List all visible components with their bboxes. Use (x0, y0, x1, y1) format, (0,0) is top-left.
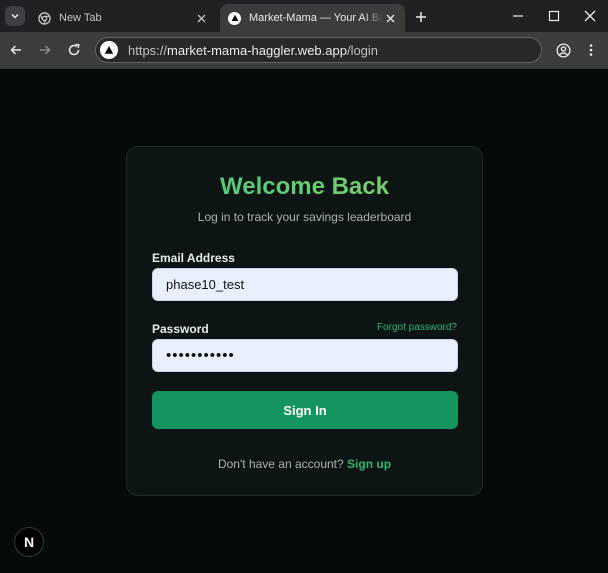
page-subtitle: Log in to track your savings leaderboard (197, 210, 412, 224)
tab-new-tab[interactable]: New Tab (30, 4, 216, 32)
arrow-left-icon (10, 45, 21, 55)
minimize-icon (513, 15, 523, 17)
tab-title: Market-Mama — Your AI Bargain (249, 12, 383, 24)
tab-search-button[interactable] (5, 6, 25, 26)
maximize-icon (548, 10, 560, 22)
close-window-button[interactable] (582, 8, 598, 24)
maximize-button[interactable] (546, 8, 562, 24)
password-field[interactable] (152, 339, 458, 372)
forward-button[interactable] (37, 42, 53, 58)
profile-button[interactable] (555, 42, 571, 58)
url-host: market-mama-haggler.web.app (167, 42, 347, 58)
signup-prompt: Don't have an account? (217, 457, 344, 471)
email-label: Email Address (152, 251, 235, 265)
minimize-button[interactable] (510, 8, 526, 24)
menu-button[interactable] (583, 42, 599, 58)
plus-icon (416, 12, 426, 22)
sign-in-button[interactable]: Sign In (152, 391, 458, 429)
page-content: Welcome Back Log in to track your saving… (0, 69, 608, 573)
new-tab-button[interactable] (413, 9, 429, 25)
account-icon (555, 42, 571, 58)
forgot-password-link[interactable]: Forgot password? (377, 322, 457, 333)
url-text: https://market-mama-haggler.web.app/logi… (128, 43, 378, 58)
tab-strip: New Tab Market-Mama — Your AI Bargain (0, 0, 608, 32)
chevron-down-icon (11, 13, 19, 19)
close-icon[interactable] (383, 11, 397, 25)
sign-up-link[interactable]: Sign up (347, 457, 391, 471)
site-favicon-icon (228, 11, 241, 25)
url-path: /login (346, 42, 379, 58)
close-icon[interactable] (194, 11, 208, 25)
email-field[interactable] (152, 268, 458, 301)
page-title: Welcome Back (127, 173, 482, 201)
signup-row: Don't have an account? Sign up (127, 457, 482, 471)
tab-title: New Tab (59, 12, 102, 24)
reload-icon (68, 43, 80, 56)
reload-button[interactable] (66, 42, 82, 58)
url-scheme: https:// (128, 42, 168, 58)
chrome-icon (38, 11, 51, 25)
browser-toolbar: https://market-mama-haggler.web.app/logi… (0, 32, 608, 69)
address-bar[interactable]: https://market-mama-haggler.web.app/logi… (95, 37, 542, 63)
back-button[interactable] (8, 42, 24, 58)
login-card: Welcome Back Log in to track your saving… (126, 146, 483, 496)
arrow-right-icon (40, 45, 51, 55)
close-icon (584, 10, 596, 22)
nextjs-dev-badge[interactable]: N (14, 527, 44, 557)
tab-market-mama[interactable]: Market-Mama — Your AI Bargain (220, 4, 405, 32)
more-vertical-icon (589, 44, 593, 56)
site-info-icon[interactable] (100, 41, 118, 59)
password-label: Password (152, 322, 209, 336)
